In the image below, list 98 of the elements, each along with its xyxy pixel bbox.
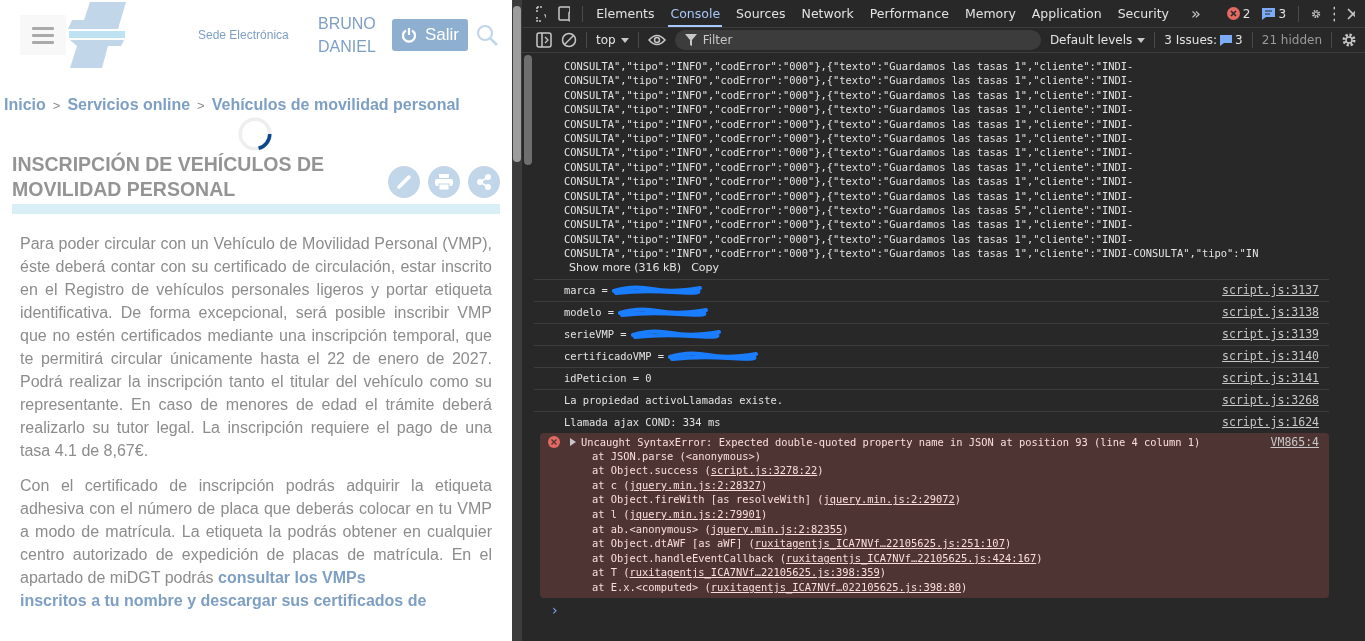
- stack-link[interactable]: ruxitagentjs_ICA7NVf…22105625.js:251:107: [754, 537, 1005, 550]
- caret-icon: [620, 37, 629, 43]
- source-link[interactable]: script.js:3139: [1222, 327, 1319, 342]
- printer-icon: [435, 174, 453, 190]
- message-count[interactable]: 3: [1262, 6, 1287, 21]
- page-title: INSCRIPCIÓN DE VEHÍCULOS DE MOVILIDAD PERSONAL: [12, 152, 326, 202]
- console-output-line: CONSULTA","tipo":"INFO","codError":"000"},{"texto":"Guardamos las tasas 1","cliente":"INDI-: [564, 73, 1135, 88]
- console-log-text: idPeticion = 0: [564, 372, 652, 385]
- stack-link[interactable]: script.js:3278:22: [710, 464, 818, 477]
- context-dropdown[interactable]: top: [596, 33, 629, 47]
- eye-icon[interactable]: [647, 34, 666, 46]
- console-log-text: serieVMP =: [564, 328, 627, 341]
- console-log-text: Llamada ajax COND: 334 ms: [564, 416, 721, 429]
- error-icon: [548, 435, 560, 448]
- menu-icon: [32, 26, 54, 44]
- stack-trace-line: at Object.dtAWF [as aWF] (ruxitagentjs_ICA7NVf…22105625.js:251:107): [591, 536, 1013, 551]
- source-link[interactable]: script.js:3137: [1222, 283, 1319, 298]
- stack-trace-line: at Object.success (script.js:3278:22): [591, 463, 825, 478]
- devtools-tab[interactable]: Memory: [962, 0, 1018, 27]
- user-name: BRUNO DANIEL: [318, 14, 377, 57]
- stack-trace-line: at JSON.parse (<anonymous>): [591, 448, 762, 464]
- devtools-tab[interactable]: Elements: [594, 0, 657, 27]
- console-log-text: certificadoVMP =: [564, 350, 665, 363]
- devtools-tab[interactable]: Console: [668, 0, 723, 27]
- stack-trace-line: at Object.fireWith [as resolveWith] (jquery.min.js:2:29072): [591, 492, 963, 508]
- show-more-button[interactable]: Show more (316 kB): [569, 260, 682, 275]
- clear-console-icon[interactable]: [561, 32, 577, 48]
- console-output-line: CONSULTA","tipo":"INFO","codError":"000"},{"texto":"Guardamos las tasas 1","cliente":"INDI-: [564, 145, 1135, 160]
- console-output-line: CONSULTA","tipo":"INFO","codError":"000"},{"texto":"Guardamos las tasas 1","cliente":"INDI-: [564, 159, 1135, 175]
- error-message: Uncaught SyntaxError: Expected double-quoted property name in JSON at position 93 (line 4 column 1): [581, 435, 1201, 448]
- console-output-line: CONSULTA","tipo":"INFO","codError":"000"},{"texto":"Guardamos las tasas 1","cliente":"INDI-: [564, 188, 1135, 204]
- console-log-text: La propiedad activoLlamadas existe.: [564, 394, 783, 407]
- devtools-tab[interactable]: Security: [1115, 0, 1171, 27]
- console-output-line: CONSULTA","tipo":"INFO","codError":"000"},{"texto":"Guardamos las tasas 1","cliente":"INDI-: [564, 174, 1135, 189]
- console-output-line: CONSULTA","tipo":"INFO","codError":"000"},{"texto":"Guardamos las tasas 1","cliente":"INDI-: [564, 116, 1135, 132]
- console-output-line: CONSULTA","tipo":"INFO","codError":"000"},{"texto":"Guardamos las tasas 5","cliente":"INDI-: [564, 203, 1135, 218]
- caret-icon: [1137, 37, 1146, 43]
- device-toolbar-icon[interactable]: [558, 5, 570, 22]
- error-count[interactable]: 2: [1226, 6, 1251, 21]
- message-icon: [1262, 7, 1276, 20]
- console-log-text: marca =: [564, 284, 608, 297]
- console-output-line: CONSULTA","tipo":"INFO","codError":"000"},{"texto":"Guardamos las tasas 1","cliente":"INDI-: [564, 217, 1135, 232]
- console-prompt[interactable]: ›: [534, 597, 1329, 618]
- power-icon: [401, 27, 417, 43]
- console-output-line: CONSULTA","tipo":"INFO","codError":"000"},{"texto":"Guardamos las tasas 1","cliente":"INDI-CONSULTA","tipo":"IN: [564, 246, 1260, 261]
- settings-icon[interactable]: [1341, 32, 1357, 48]
- console-output-line: CONSULTA","tipo":"INFO","codError":"000"},{"texto":"Guardamos las tasas 1","cliente":"INDI-: [564, 131, 1135, 146]
- console-output-line: CONSULTA","tipo":"INFO","codError":"000"},{"texto":"Guardamos las tasas 1","cliente":"INDI-: [564, 231, 1135, 247]
- devtools-tab[interactable]: Application: [1029, 0, 1104, 27]
- scrollbar-thumb[interactable]: [524, 55, 532, 165]
- stack-trace-line: at ab.<anonymous> (jquery.min.js:2:82355): [591, 521, 850, 537]
- stack-trace-line: at E.x.<computed> (ruxitagentjs_ICA7NVf…022105625.js:398:80): [591, 580, 969, 595]
- breadcrumb-separator: >: [197, 97, 205, 113]
- source-link[interactable]: script.js:3268: [1222, 393, 1319, 408]
- source-link[interactable]: script.js:1624: [1222, 415, 1319, 430]
- devtools-tab[interactable]: Network: [799, 0, 856, 27]
- stack-trace-line: at c (jquery.min.js:2:28327): [591, 477, 769, 493]
- site-label: Sede Electrónica: [198, 28, 290, 42]
- scrollbar-thumb[interactable]: [513, 6, 521, 162]
- inspect-icon[interactable]: [536, 5, 547, 22]
- source-link[interactable]: VM865:4: [1270, 434, 1319, 449]
- devtools-tab[interactable]: Sources: [734, 0, 788, 27]
- pencil-icon: [396, 174, 412, 190]
- stack-link[interactable]: jquery.min.js:2:82355: [710, 522, 843, 535]
- logo-icon: [68, 2, 128, 68]
- issues-button[interactable]: 3 Issues: 3: [1164, 33, 1243, 47]
- expand-triangle-icon[interactable]: [570, 437, 577, 446]
- stack-link[interactable]: ruxitagentjs_ICA7NVf…022105625.js:398:80: [710, 581, 962, 594]
- close-icon[interactable]: [1347, 7, 1355, 20]
- devtools-tab[interactable]: Performance: [867, 0, 951, 27]
- stack-link[interactable]: jquery.min.js:2:28327: [629, 478, 761, 491]
- console-log-text: modelo =: [564, 306, 615, 319]
- body-paragraph: Con el certificado de inscripción podrás adquirir la etiqueta adhesiva con el número de placa que deberás colocar en tu VMP a modo de matrícula. La etiqueta la podrás obtener en cualquier centro autorizado de expedición de placas de matrícula. En el apartado de miDGT podrás consultar los VMPs inscritos a tu nombre y descargar sus certificados de: [20, 474, 492, 612]
- more-options-icon[interactable]: [1332, 5, 1336, 22]
- body-paragraph: Para poder circular con un Vehículo de Movilidad Personal (VMP), éste deberá contar con su certificado de circulación, estar inscrito en el Registro de vehículos personales ligeros y portar etiqueta identificativa. De forma excepcional, será posible inscribir VMP que no estén certificados mediante una inscripción temporal, que te permitirá circular únicamente hasta el 22 de enero de 2027. Podrá realizar la inscripción tanto el titular del vehículo como su representante. En caso de menores de edad el trámite deberá realizarlo su tutor legal. La inscripción requiere el pago de una tasa 4.1 de 8,67€.: [20, 234, 492, 461]
- console-output-line: CONSULTA","tipo":"INFO","codError":"000"},{"texto":"Guardamos las tasas 1","cliente":"INDI-: [564, 59, 1135, 74]
- stack-trace-line: at Object.handleEventCallback (ruxitagentjs_ICA7NVf…22105625.js:424:167): [591, 550, 1044, 566]
- sidebar-toggle-icon[interactable]: [536, 32, 552, 48]
- breadcrumb-separator: >: [52, 97, 61, 113]
- console-output-line: CONSULTA","tipo":"INFO","codError":"000"},{"texto":"Guardamos las tasas 1","cliente":"INDI-: [564, 87, 1135, 103]
- copy-button[interactable]: Copy: [691, 260, 720, 275]
- stack-link[interactable]: jquery.min.js:2:29072: [823, 493, 955, 506]
- stack-link[interactable]: jquery.min.js:2:79901: [629, 508, 761, 521]
- source-link[interactable]: script.js:3141: [1222, 371, 1319, 386]
- share-icon: [476, 174, 492, 190]
- log-levels-dropdown[interactable]: Default levels: [1049, 33, 1146, 47]
- stack-link[interactable]: ruxitagentjs_ICA7NVf…22105625.js:398:359: [629, 566, 880, 579]
- message-icon: [1220, 34, 1233, 46]
- error-icon: [1226, 7, 1240, 20]
- hidden-count: 21 hidden: [1261, 33, 1322, 47]
- more-tabs-button[interactable]: »: [1191, 4, 1201, 23]
- source-link[interactable]: script.js:3140: [1222, 349, 1319, 364]
- stack-trace-line: at T (ruxitagentjs_ICA7NVf…22105625.js:398:359): [591, 565, 888, 581]
- console-output-line: CONSULTA","tipo":"INFO","codError":"000"},{"texto":"Guardamos las tasas 1","cliente":"INDI-: [564, 102, 1135, 117]
- source-link[interactable]: script.js:3138: [1222, 305, 1319, 320]
- stack-link[interactable]: ruxitagentjs_ICA7NVf…22105625.js:424:167: [785, 551, 1037, 564]
- filter-field[interactable]: Filter: [674, 30, 1041, 50]
- stack-trace-line: at l (jquery.min.js:2:79901): [591, 507, 769, 522]
